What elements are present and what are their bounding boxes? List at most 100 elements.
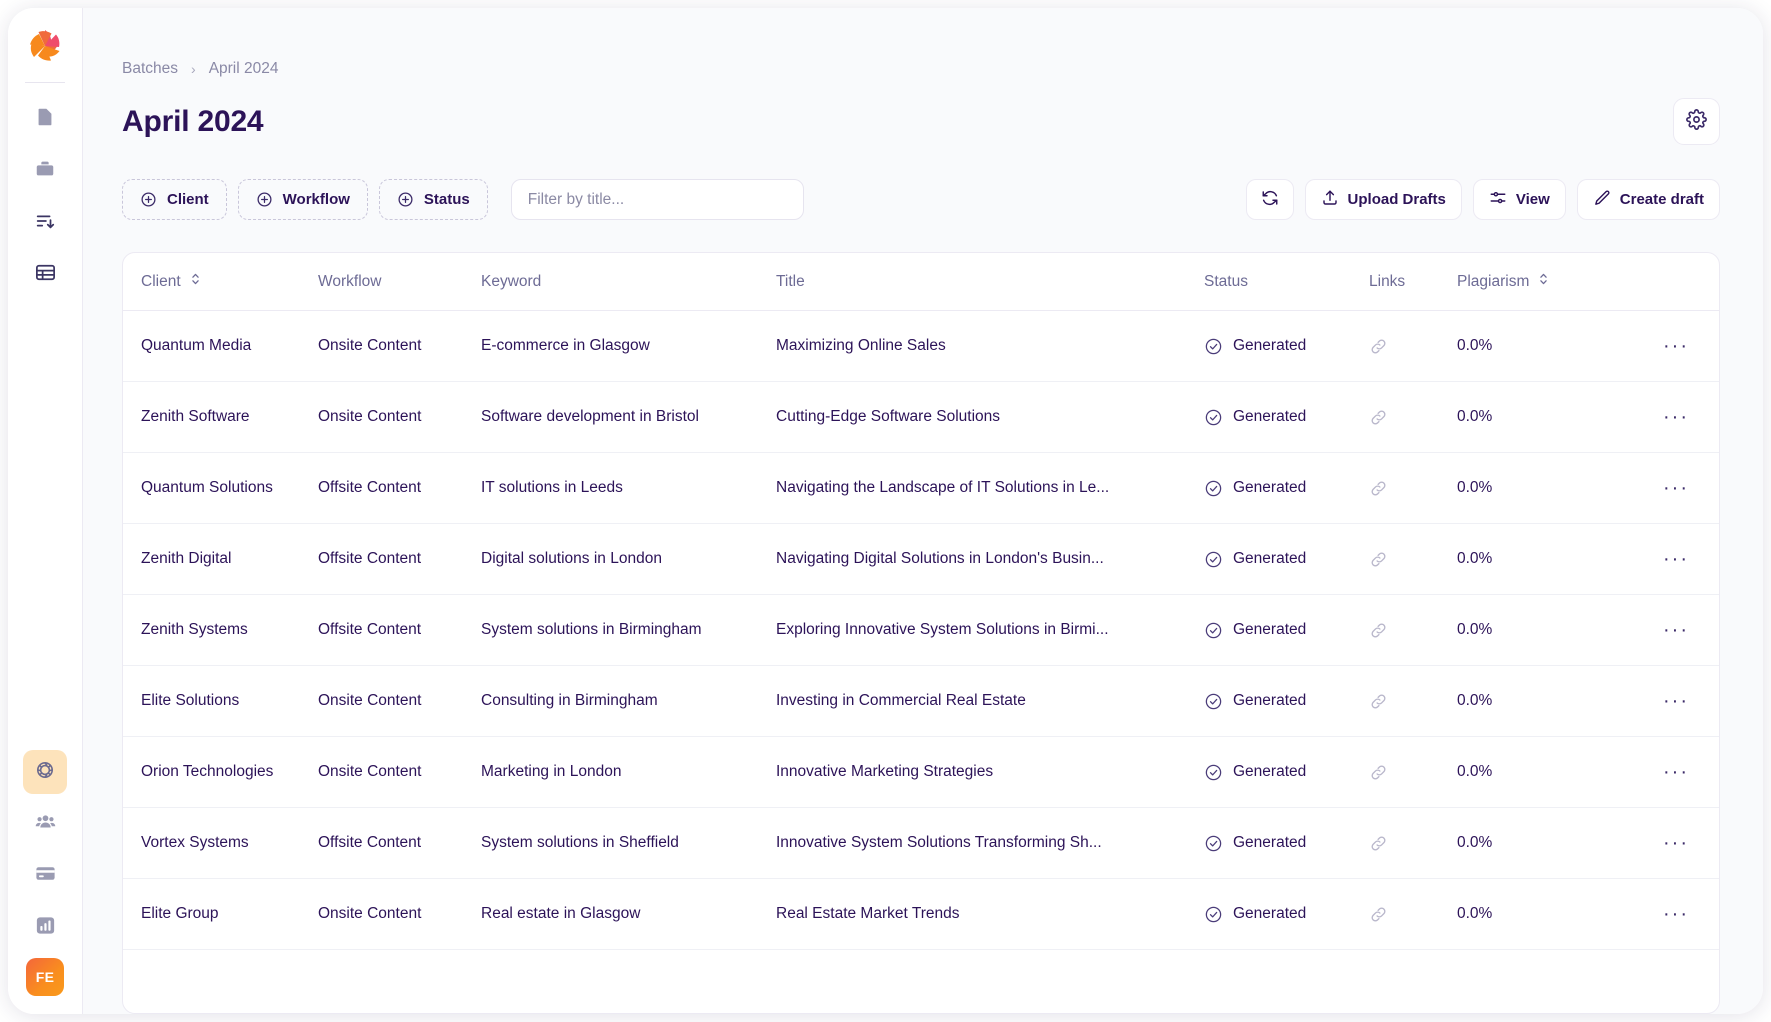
column-header-client[interactable]: Client [123,253,318,311]
table-row[interactable]: Elite Solutions Onsite Content Consulting … [123,665,1719,737]
table-row[interactable]: Quantum Solutions Offsite Content IT solut… [123,452,1719,524]
upload-icon [1321,189,1339,211]
status-badge: Generated [1233,692,1307,709]
cell-links[interactable] [1369,523,1457,595]
cell-workflow: Onsite Content [318,665,481,737]
sidebar-item-documents[interactable] [23,97,67,141]
link-icon[interactable] [1369,763,1457,782]
sliders-icon [1489,189,1507,211]
cell-workflow: Onsite Content [318,310,481,382]
row-menu-button[interactable]: ··· [1607,336,1719,356]
column-header-title[interactable]: Title [776,253,1204,311]
column-header-plagiarism[interactable]: Plagiarism [1457,253,1607,311]
row-menu-button[interactable]: ··· [1607,762,1719,782]
filter-chip-workflow[interactable]: Workflow [237,179,368,220]
column-header-keyword[interactable]: Keyword [481,253,776,311]
cell-status: Generated [1204,807,1369,879]
cell-status: Generated [1204,452,1369,524]
table-row[interactable]: Orion Technologies Onsite Content Marketin… [123,736,1719,808]
sort-down-icon [34,210,56,237]
cell-links[interactable] [1369,310,1457,382]
cell-actions: ··· [1607,310,1719,382]
search-input[interactable] [510,179,804,220]
link-icon[interactable] [1369,550,1457,569]
cell-client: Elite Solutions [123,665,318,737]
sidebar-item-reports[interactable] [23,906,67,950]
cell-title: Exploring Innovative System Solutions in… [776,594,1204,666]
view-label: View [1515,191,1550,208]
cell-plagiarism: 0.0% [1457,594,1607,666]
link-icon[interactable] [1369,479,1457,498]
app-logo[interactable] [23,24,67,68]
create-draft-button[interactable]: Create draft [1576,179,1720,220]
cell-plagiarism: 0.0% [1457,523,1607,595]
cell-links[interactable] [1369,807,1457,879]
sidebar-item-queue[interactable] [23,201,67,245]
sidebar-item-team[interactable] [23,802,67,846]
table-row[interactable]: Quantum Media Onsite Content E-commerce in… [123,310,1719,382]
gear-icon [1686,108,1707,135]
status-badge: Generated [1233,550,1307,567]
column-header-actions [1607,253,1719,311]
breadcrumb-root[interactable]: Batches [122,60,178,78]
status-badge: Generated [1233,905,1307,922]
column-header-workflow-label: Workflow [318,272,382,290]
breadcrumb-current[interactable]: April 2024 [209,60,279,78]
users-icon [34,810,57,838]
row-menu-button[interactable]: ··· [1607,620,1719,640]
cell-keyword: E-commerce in Glasgow [481,310,776,382]
sidebar-item-integrations[interactable] [23,750,67,794]
cell-plagiarism: 0.0% [1457,878,1607,950]
row-menu-button[interactable]: ··· [1607,478,1719,498]
row-menu-button[interactable]: ··· [1607,833,1719,853]
cell-client: Orion Technologies [123,736,318,808]
cell-status: Generated [1204,594,1369,666]
table-row[interactable]: Zenith Digital Offsite Content Digital sol… [123,523,1719,595]
table-row[interactable]: Vortex Systems Offsite Content System solu… [123,807,1719,879]
column-header-links[interactable]: Links [1369,253,1457,311]
sidebar-item-briefcase[interactable] [23,149,67,193]
filter-chip-client[interactable]: Client [122,179,227,220]
plus-circle-icon [140,191,157,208]
cell-links[interactable] [1369,594,1457,666]
column-header-status[interactable]: Status [1204,253,1369,311]
table-row[interactable]: Elite Group Onsite Content Real estate in … [123,878,1719,950]
document-icon [34,106,56,133]
filter-chip-status[interactable]: Status [378,179,488,220]
table-row[interactable]: Zenith Software Onsite Content Software de… [123,381,1719,453]
settings-button[interactable] [1673,98,1720,145]
upload-drafts-button[interactable]: Upload Drafts [1304,179,1462,220]
row-menu-button[interactable]: ··· [1607,691,1719,711]
cell-keyword: IT solutions in Leeds [481,452,776,524]
cell-title: Navigating Digital Solutions in London's… [776,523,1204,595]
link-icon[interactable] [1369,692,1457,711]
sidebar-item-billing[interactable] [23,854,67,898]
sidebar-item-batches[interactable] [23,253,67,297]
link-icon[interactable] [1369,621,1457,640]
breadcrumb: Batches › April 2024 [83,8,1763,78]
cell-plagiarism: 0.0% [1457,736,1607,808]
link-icon[interactable] [1369,337,1457,356]
column-header-client-label: Client [141,272,181,290]
cell-links[interactable] [1369,736,1457,808]
column-header-workflow[interactable]: Workflow [318,253,481,311]
cell-links[interactable] [1369,452,1457,524]
cell-links[interactable] [1369,381,1457,453]
table-body: Quantum Media Onsite Content E-commerce in… [123,310,1719,950]
row-menu-button[interactable]: ··· [1607,549,1719,569]
row-menu-button[interactable]: ··· [1607,904,1719,924]
cell-title: Navigating the Landscape of IT Solutions… [776,452,1204,524]
link-icon[interactable] [1369,905,1457,924]
avatar[interactable]: FE [26,958,64,996]
view-button[interactable]: View [1472,179,1566,220]
row-menu-button[interactable]: ··· [1607,407,1719,427]
cell-links[interactable] [1369,665,1457,737]
link-icon[interactable] [1369,834,1457,853]
refresh-button[interactable] [1245,179,1294,220]
cell-actions: ··· [1607,523,1719,595]
table-row[interactable]: Zenith Systems Offsite Content System solu… [123,594,1719,666]
cell-links[interactable] [1369,878,1457,950]
cell-status: Generated [1204,381,1369,453]
cell-status: Generated [1204,736,1369,808]
link-icon[interactable] [1369,408,1457,427]
